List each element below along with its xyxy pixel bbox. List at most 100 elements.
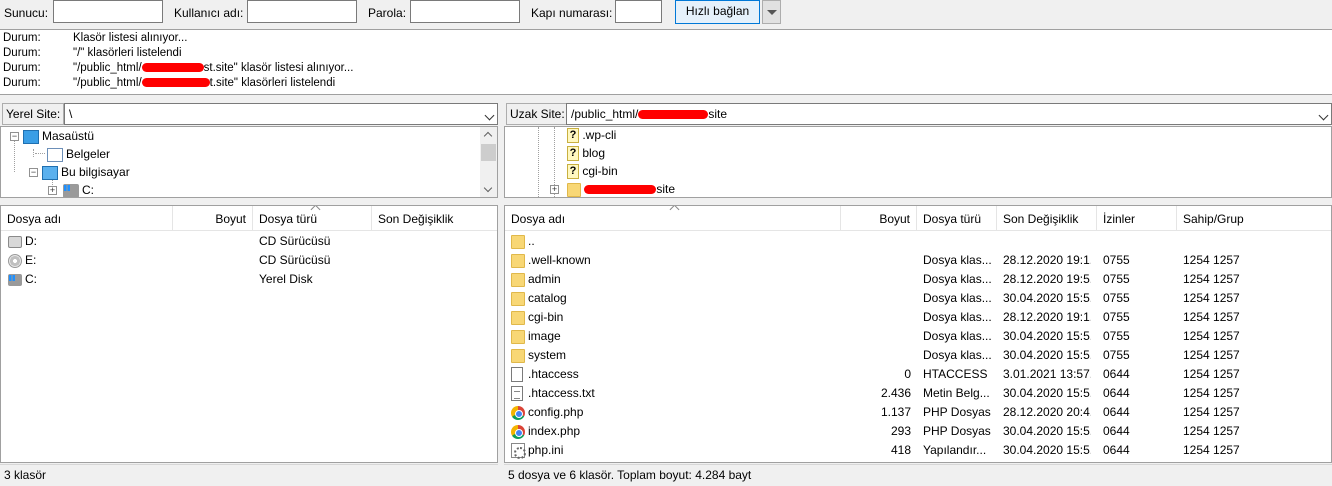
column-header-filename[interactable]: Dosya adı xyxy=(1,206,173,231)
file-size xyxy=(841,327,911,346)
table-row[interactable]: system Dosya klas... 30.04.2020 15:5... 075… xyxy=(505,346,1331,365)
row-icon-cell xyxy=(511,232,527,251)
local-tree-scrollbar[interactable] xyxy=(480,127,497,197)
expand-toggle[interactable]: + xyxy=(48,186,57,195)
row-icon-cell xyxy=(511,384,527,403)
unknown-folder-icon: ? xyxy=(567,146,579,162)
row-icon-cell xyxy=(511,346,527,365)
table-row[interactable]: C: Yerel Disk xyxy=(1,270,497,289)
config-file-icon xyxy=(511,443,526,460)
local-file-list[interactable]: Dosya adı Boyut Dosya türü Son Değişikli… xyxy=(0,205,498,463)
file-name: .htaccess.txt xyxy=(528,386,595,400)
desktop-icon xyxy=(23,129,39,144)
remote-path-input[interactable]: /public_html/site xyxy=(566,103,1332,125)
tree-item-wp-cli[interactable]: ? .wp-cli xyxy=(567,127,617,144)
collapse-toggle[interactable]: − xyxy=(29,168,38,177)
log-message: "/" klasörleri listelendi xyxy=(73,47,182,59)
quickconnect-button[interactable]: Hızlı bağlan xyxy=(675,0,760,24)
column-header-modified[interactable]: Son Değişiklik xyxy=(372,206,497,231)
local-disk-icon xyxy=(8,273,22,286)
scroll-down-icon[interactable] xyxy=(483,183,493,193)
local-path-input[interactable]: \ xyxy=(64,103,498,125)
column-header-size[interactable]: Boyut xyxy=(173,206,253,231)
table-row[interactable]: catalog Dosya klas... 30.04.2020 15:5... 07… xyxy=(505,289,1331,308)
cd-drive-icon xyxy=(8,235,22,248)
folder-icon xyxy=(567,182,581,197)
message-log[interactable]: Durum: Klasör listesi alınıyor... Durum:… xyxy=(0,29,1332,95)
port-input[interactable] xyxy=(615,0,662,23)
remote-directory-tree[interactable]: ? .wp-cli ? blog ? cgi-bin + site xyxy=(504,126,1332,198)
tree-item-cgi-bin[interactable]: ? cgi-bin xyxy=(567,162,618,180)
quickconnect-dropdown-button[interactable] xyxy=(762,0,781,24)
column-header-owner[interactable]: Sahip/Grup xyxy=(1177,206,1331,231)
file-modified: 30.04.2020 15:5... xyxy=(1003,443,1091,457)
file-size xyxy=(841,308,911,327)
computer-icon xyxy=(42,165,58,180)
table-row[interactable]: .htaccess 0 HTACCESS ... 3.01.2021 13:57...… xyxy=(505,365,1331,384)
tree-item-desktop[interactable]: Masaüstü xyxy=(23,127,94,145)
file-name: php.ini xyxy=(528,443,564,457)
scrollbar-thumb[interactable] xyxy=(481,144,496,161)
column-header-size[interactable]: Boyut xyxy=(841,206,917,231)
row-icon-cell xyxy=(511,270,527,289)
folder-icon xyxy=(511,272,525,287)
column-header-permissions[interactable]: İzinler xyxy=(1097,206,1177,231)
table-row[interactable]: cgi-bin Dosya klas... 28.12.2020 19:1... 07… xyxy=(505,308,1331,327)
cd-disc-icon xyxy=(8,253,22,268)
table-row[interactable]: admin Dosya klas... 28.12.2020 19:5... 0755… xyxy=(505,270,1331,289)
table-row[interactable]: D: CD Sürücüsü xyxy=(1,232,497,251)
redaction-mark xyxy=(638,110,709,120)
file-modified: 30.04.2020 15:5... xyxy=(1003,424,1091,438)
column-header-type[interactable]: Dosya türü xyxy=(917,206,997,231)
file-type: Dosya klas... xyxy=(923,291,991,305)
file-owner: 1254 1257 xyxy=(1183,329,1240,343)
chevron-down-icon[interactable] xyxy=(484,110,495,121)
password-label: Parola: xyxy=(368,6,407,20)
file-type: Dosya klas... xyxy=(923,310,991,324)
text-file-icon xyxy=(511,386,523,402)
tree-item-label: .wp-cli xyxy=(582,128,617,142)
log-message: "/public_html/t.site" klasörleri listele… xyxy=(73,77,335,89)
table-row[interactable]: E: CD Sürücüsü xyxy=(1,251,497,270)
tree-item-drive-c[interactable]: C: xyxy=(63,181,94,197)
row-icon-cell xyxy=(511,365,527,384)
host-input[interactable] xyxy=(53,0,163,23)
column-header-modified[interactable]: Son Değişiklik xyxy=(997,206,1097,231)
log-message: Klasör listesi alınıyor... xyxy=(73,32,187,44)
table-row[interactable]: image Dosya klas... 30.04.2020 15:5... 0755… xyxy=(505,327,1331,346)
scroll-up-icon[interactable] xyxy=(483,131,493,141)
folder-icon xyxy=(511,253,525,268)
log-type: Durum: xyxy=(3,77,41,89)
file-type: Dosya klas... xyxy=(923,253,991,267)
file-type: CD Sürücüsü xyxy=(259,234,331,248)
remote-site-bar: Uzak Site: /public_html/site xyxy=(504,102,1332,126)
table-row[interactable]: php.ini 418 Yapılandır... 30.04.2020 15:5..… xyxy=(505,441,1331,460)
table-row[interactable]: .. xyxy=(505,232,1331,251)
tree-item-label: Masaüstü xyxy=(42,129,95,143)
username-input[interactable] xyxy=(247,0,357,23)
remote-file-list[interactable]: Dosya adı Boyut Dosya türü Son Değişikli… xyxy=(504,205,1332,463)
local-directory-tree[interactable]: − Masaüstü Belgeler − Bu bilgisayar + C: xyxy=(0,126,498,198)
log-type: Durum: xyxy=(3,47,41,59)
expand-toggle[interactable]: + xyxy=(550,185,559,194)
tree-item-site-folder[interactable]: site xyxy=(567,180,675,197)
password-input[interactable] xyxy=(410,0,520,23)
tree-connector xyxy=(538,127,539,197)
log-type: Durum: xyxy=(3,62,41,74)
table-row[interactable]: .well-known Dosya klas... 28.12.2020 19:1.… xyxy=(505,251,1331,270)
tree-item-documents[interactable]: Belgeler xyxy=(47,145,110,163)
table-row[interactable]: index.php 293 PHP Dosyası 30.04.2020 15:5..… xyxy=(505,422,1331,441)
tree-item-blog[interactable]: ? blog xyxy=(567,144,605,162)
row-icon-cell xyxy=(511,422,527,441)
tree-item-this-pc[interactable]: Bu bilgisayar xyxy=(42,163,130,181)
file-permissions: 0644 xyxy=(1103,386,1130,400)
log-message-text: Klasör listesi alınıyor... xyxy=(73,32,188,44)
table-row[interactable]: .htaccess.txt 2.436 Metin Belg... 30.04.202… xyxy=(505,384,1331,403)
collapse-toggle[interactable]: − xyxy=(10,132,19,141)
file-owner xyxy=(1183,232,1323,251)
chevron-down-icon[interactable] xyxy=(1318,110,1329,121)
redaction-mark xyxy=(584,185,657,195)
table-row[interactable]: config.php 1.137 PHP Dosyası 28.12.2020 20:… xyxy=(505,403,1331,422)
row-icon-cell xyxy=(511,441,527,460)
port-label: Kapı numarası: xyxy=(531,6,613,20)
